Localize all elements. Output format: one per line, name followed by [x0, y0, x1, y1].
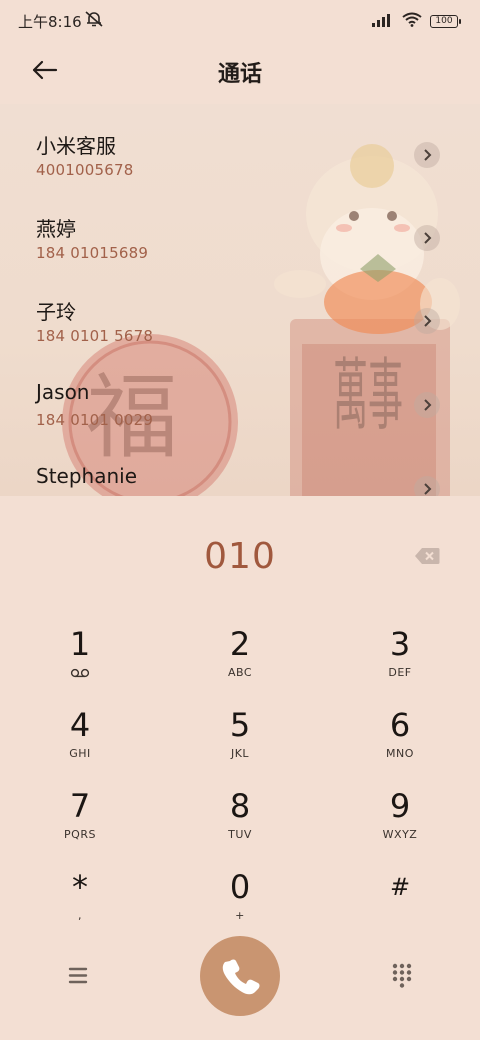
key-1[interactable]: 1 [20, 626, 140, 698]
contact-number: 184 0101 0029 [36, 411, 154, 429]
key-letters: , [78, 909, 82, 922]
contact-item[interactable]: 燕婷 184 01015689 [0, 187, 480, 267]
key-letters: GHI [69, 747, 91, 760]
voicemail-icon [20, 668, 140, 681]
dialpad-icon [392, 963, 412, 988]
status-time: 上午8:16 [18, 13, 82, 31]
key-digit: # [389, 873, 411, 901]
backspace-icon [415, 548, 440, 564]
key-8[interactable]: 8 TUV [180, 788, 300, 860]
bell-off-icon [84, 10, 104, 32]
contact-item[interactable]: 子玲 184 0101 5678 [0, 270, 480, 350]
key-digit: 4 [69, 706, 91, 744]
key-letters: + [235, 909, 245, 922]
key-digit: 5 [229, 706, 251, 744]
key-letters: TUV [228, 828, 252, 841]
contact-name: 子玲 [36, 300, 76, 324]
key-digit: 2 [229, 625, 251, 663]
wifi-icon [402, 12, 422, 31]
contact-number: 184 01015689 [36, 244, 149, 262]
contact-name: 小米客服 [36, 134, 116, 158]
dialed-number: 010 [204, 536, 276, 577]
contact-number: 184 0101 5678 [36, 327, 154, 345]
backspace-button[interactable] [414, 547, 440, 565]
app-header: 通话 [0, 44, 480, 94]
key-letters: DEF [388, 666, 412, 679]
signal-icon [372, 12, 394, 31]
key-digit: * [72, 868, 88, 906]
key-digit: 6 [389, 706, 411, 744]
menu-button[interactable] [60, 960, 96, 990]
key-2[interactable]: 2 ABC [180, 626, 300, 698]
key-digit: 8 [229, 787, 251, 825]
key-7[interactable]: 7 PQRS [20, 788, 140, 860]
key-digit: 3 [389, 625, 411, 663]
chevron-right-icon[interactable] [414, 308, 440, 334]
page-title: 通话 [217, 62, 262, 87]
chevron-right-icon[interactable] [414, 476, 440, 496]
dialpad-toggle-button[interactable] [386, 958, 418, 992]
contact-name: 燕婷 [36, 217, 76, 241]
key-3[interactable]: 3 DEF [340, 626, 460, 698]
dial-display: 010 [0, 532, 480, 582]
key-letters: WXYZ [382, 828, 418, 841]
key-digit: 0 [229, 868, 251, 906]
menu-icon [68, 967, 88, 984]
chevron-right-icon[interactable] [414, 142, 440, 168]
contact-name: Jason [36, 380, 90, 404]
contact-item[interactable]: 小米客服 4001005678 [0, 104, 480, 184]
contact-item[interactable]: Stephanie [0, 438, 480, 496]
chevron-right-icon[interactable] [414, 392, 440, 418]
key-hash[interactable]: # [340, 869, 460, 941]
contact-item[interactable]: Jason 184 0101 0029 [0, 354, 480, 434]
key-digit: 1 [69, 625, 91, 663]
chevron-right-icon[interactable] [414, 225, 440, 251]
key-0[interactable]: 0 + [180, 869, 300, 941]
contact-suggestions: 福 萬事 小米客服 4001005678 燕婷 184 01015689 子玲 … [0, 104, 480, 496]
key-letters: ABC [227, 666, 253, 679]
key-4[interactable]: 4 GHI [20, 707, 140, 779]
key-5[interactable]: 5 JKL [180, 707, 300, 779]
key-6[interactable]: 6 MNO [340, 707, 460, 779]
contact-number: 4001005678 [36, 161, 134, 179]
phone-icon [222, 959, 260, 995]
key-star[interactable]: * , [20, 869, 140, 941]
battery-icon: 100 [430, 15, 461, 28]
key-digit: 7 [69, 787, 91, 825]
key-letters: JKL [230, 747, 250, 760]
call-button[interactable] [200, 936, 280, 1016]
status-bar: 上午8:16 100 [0, 0, 480, 40]
key-letters: MNO [386, 747, 414, 760]
key-digit: 9 [389, 787, 411, 825]
key-letters [340, 909, 460, 921]
key-9[interactable]: 9 WXYZ [340, 788, 460, 860]
contact-name: Stephanie [36, 464, 138, 488]
key-letters: PQRS [64, 828, 96, 841]
